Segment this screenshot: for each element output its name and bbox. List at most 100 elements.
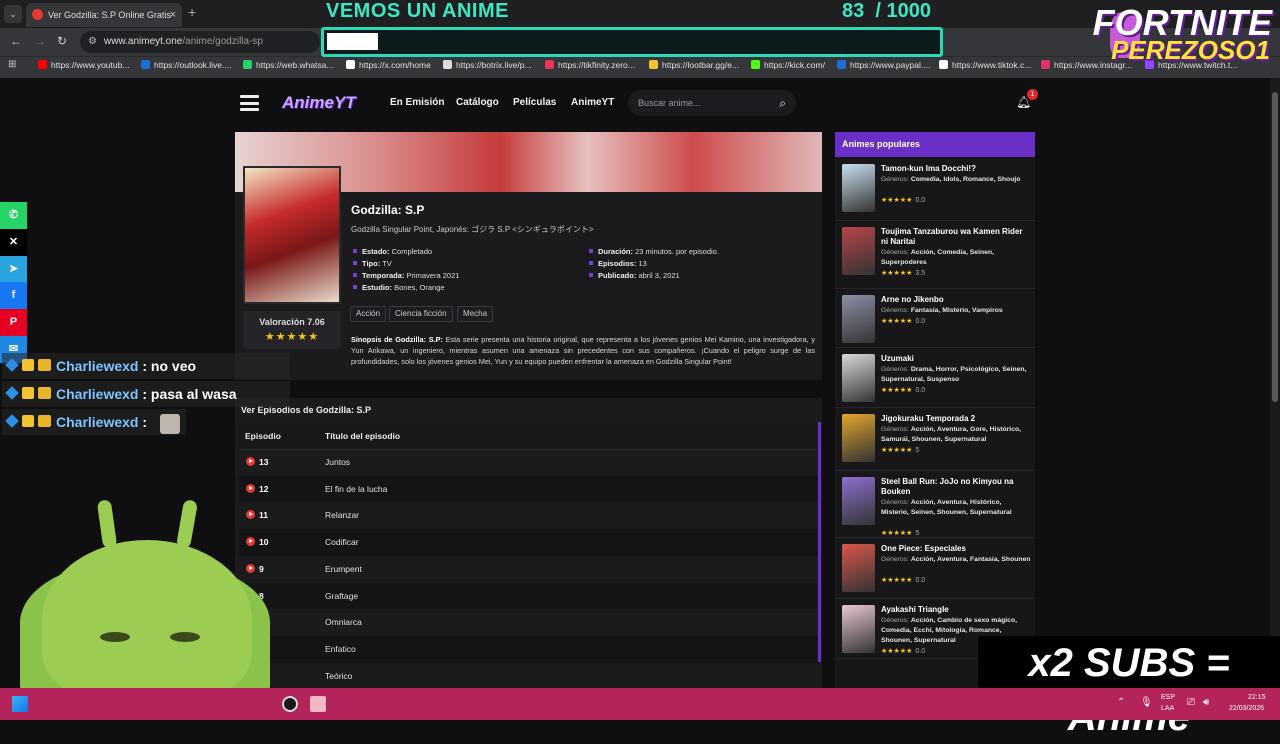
bookmark-item[interactable]: https://botrix.live/p... [443,60,532,70]
popular-item[interactable]: Tamon-kun Ima Docchi!? Géneros: Comedia, … [835,158,1035,221]
page-scrollbar-thumb[interactable] [1272,92,1278,402]
popular-title[interactable]: Toujima Tanzaburou wa Kamen Rider ni Nar… [881,227,1029,247]
play-icon[interactable] [246,483,255,493]
search-input[interactable]: Buscar anime... ⌕ [628,90,796,116]
facebook-share-icon[interactable]: f [0,282,27,309]
nav-en-emision[interactable]: En Emisión [390,97,444,108]
forward-arrow-icon[interactable]: → [34,34,46,48]
tray-chevron-icon[interactable]: ⌃ [1117,697,1125,708]
episode-row[interactable]: 10 Codificar [239,529,817,556]
microphone-icon[interactable]: 🎙︎ [1140,697,1153,708]
bookmark-favicon-icon [751,60,760,69]
volume-icon[interactable]: 🔊︎ [1203,697,1209,708]
bookmark-item[interactable]: https://web.whatsa... [243,60,333,70]
bookmark-label: https://outlook.live.... [154,60,232,70]
tray-time[interactable]: 22:15 [1248,694,1266,701]
popular-item[interactable]: Arne no Jikenbo Géneros: Fantasía, Mister… [835,289,1035,348]
taskbar-app-icon[interactable] [310,696,326,712]
windows-start-icon[interactable] [12,696,28,712]
bookmark-item[interactable]: https://www.paypal.... [837,60,930,70]
meta-episodios: Episodios: 13 [589,259,647,268]
episode-title[interactable]: Teórico [325,671,352,681]
episode-row[interactable]: 11 Relanzar [239,502,817,529]
play-icon[interactable] [246,457,255,466]
popular-item[interactable]: Steel Ball Run: JoJo no Kimyou na Bouken… [835,471,1035,538]
genre-tag-ciencia-ficcion[interactable]: Ciencia ficción [389,306,453,322]
popular-thumbnail[interactable] [842,544,875,592]
tray-language[interactable]: ESP [1161,694,1175,701]
popular-thumbnail[interactable] [842,295,875,343]
apps-grid-icon[interactable]: ⊞ [8,59,16,70]
popular-thumbnail[interactable] [842,605,875,653]
address-bar[interactable]: ⚙ www.animeyt.one/anime/godzilla-sp [80,31,320,53]
episode-row[interactable]: 8 Graftage [239,582,817,610]
popular-item[interactable]: One Piece: Especiales Géneros: Acción, Av… [835,538,1035,599]
site-info-icon[interactable]: ⚙ [88,31,97,53]
popular-title[interactable]: One Piece: Especiales [881,544,1029,554]
bookmark-item[interactable]: https://lootbar.gg/e... [649,60,739,70]
popular-item[interactable]: Uzumaki Géneros: Drama, Horror, Psicológi… [835,348,1035,408]
tray-layout[interactable]: LAA [1161,705,1174,712]
episodes-scrollbar[interactable] [818,422,821,662]
popular-thumbnail[interactable] [842,354,875,402]
telegram-share-icon[interactable]: ➤ [0,256,27,283]
episode-row[interactable]: 12 El fin de la lucha [239,475,817,503]
popular-thumbnail[interactable] [842,164,875,212]
episode-title[interactable]: Enfatico [325,644,356,654]
episode-row[interactable]: 5Teórico [239,663,817,690]
genre-tag-mecha[interactable]: Mecha [457,306,494,322]
pinterest-share-icon[interactable]: P [0,309,27,336]
episode-row[interactable]: 9 Erumpent [239,556,817,583]
bookmark-item[interactable]: https://www.youtub... [38,60,129,70]
popular-title[interactable]: Jigokuraku Temporada 2 [881,414,1029,424]
network-icon[interactable]: ⎚ [1187,697,1195,708]
popular-item[interactable]: Jigokuraku Temporada 2 Géneros: Acción, A… [835,408,1035,471]
search-icon[interactable]: ⌕ [779,90,786,116]
popular-title[interactable]: Steel Ball Run: JoJo no Kimyou na Bouken [881,477,1029,497]
genre-tag-accion[interactable]: Acción [350,306,387,322]
popular-title[interactable]: Arne no Jikenbo [881,295,1029,305]
back-arrow-icon[interactable]: ← [10,34,22,48]
popular-thumbnail[interactable] [842,414,875,462]
bookmark-item[interactable]: https://outlook.live.... [141,60,231,70]
play-icon[interactable] [246,563,255,573]
chat-username: Charliewexd [56,358,139,374]
whatsapp-share-icon[interactable]: ✆ [0,202,27,229]
episode-row[interactable]: 13 Juntos [239,449,817,476]
obs-app-icon[interactable] [282,696,298,712]
bookmark-item[interactable]: https://kick.com/ [751,60,825,70]
new-tab-button[interactable]: + [188,4,196,20]
popular-title[interactable]: Ayakashi Triangle [881,605,1029,615]
nav-peliculas[interactable]: Películas [513,97,556,108]
bookmark-item[interactable]: https://www.tiktok.c... [939,60,1031,70]
site-logo[interactable]: AnimeYT [282,93,356,113]
episode-title[interactable]: Omniarca [325,617,362,627]
popular-item[interactable]: Toujima Tanzaburou wa Kamen Rider ni Nar… [835,221,1035,289]
episode-title[interactable]: Relanzar [325,510,359,520]
menu-hamburger-icon[interactable] [240,95,259,111]
tab-search-button[interactable]: ⌄ [4,5,22,23]
bookmark-item[interactable]: https://tikfinity.zero... [545,60,635,70]
reload-icon[interactable]: ↻ [57,34,67,48]
browser-tab-active[interactable]: Ver Godzilla: S.P Online Gratis × [26,3,182,27]
popular-thumbnail[interactable] [842,227,875,275]
x-share-icon[interactable]: ✕ [0,229,27,256]
rating-stars[interactable]: ★★★★★ [243,330,341,343]
nav-catalogo[interactable]: Catálogo [456,97,499,108]
episode-title[interactable]: El fin de la lucha [325,484,387,494]
episode-row[interactable]: 7Omniarca [239,609,817,636]
popular-title[interactable]: Tamon-kun Ima Docchi!? [881,164,1029,174]
tab-close-icon[interactable]: × [170,3,176,27]
episode-title[interactable]: Graftage [325,591,358,601]
episode-title[interactable]: Codificar [325,537,359,547]
play-icon[interactable] [246,537,255,547]
nav-animeyt[interactable]: AnimeYT [571,97,614,108]
bookmark-item[interactable]: https://x.com/home [346,60,431,70]
play-icon[interactable] [246,510,255,520]
popular-thumbnail[interactable] [842,477,875,525]
tray-date[interactable]: 22/03/2026 [1229,705,1264,712]
popular-title[interactable]: Uzumaki [881,354,1029,364]
episode-row[interactable]: 6Enfatico [239,635,817,663]
episode-title[interactable]: Juntos [325,457,350,467]
episode-title[interactable]: Erumpent [325,564,362,574]
